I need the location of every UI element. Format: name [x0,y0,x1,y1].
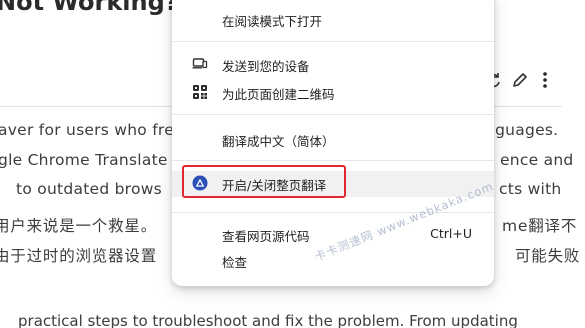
article-line-right: me翻译不 [502,217,578,235]
article-line-right: nguages. [485,121,559,139]
article-line-left: aver for users who fre [0,121,174,139]
menu-item-reading-mode[interactable]: 在阅读模式下打开 [172,7,494,33]
menu-item-label: 检查 [222,255,248,270]
menu-item-label: 翻译成中文（简体） [222,134,335,149]
menu-item-toggle-page-translate[interactable]: 开启/关闭整页翻译 [172,171,494,197]
article-line: 用户来说是一个救星。 me翻译不 [0,214,576,236]
menu-item-label: 在阅读模式下打开 [222,14,323,29]
menu-item-label: 为此页面创建二维码 [222,87,335,102]
menu-item-label: 发送到您的设备 [222,59,310,74]
context-menu: 在阅读模式下打开 发送到您的设备 为此页面创建二维码 翻译成中文（简体） 开启/… [172,0,494,286]
qr-code-icon [192,84,208,100]
article-title: Not Working? [0,0,179,16]
device-send-icon [192,56,208,72]
article-line-right: 可能失败 [515,247,581,265]
menu-item-inspect[interactable]: 检查 [172,248,494,274]
menu-divider [172,212,494,213]
menu-divider [172,114,494,115]
page: Not Working? aver for users who fre ngua… [0,0,585,328]
article-line-left: gle Chrome Translate [0,151,168,169]
menu-item-label: 查看网页源代码 [222,229,310,244]
menu-divider [172,160,494,161]
menu-item-label: 开启/关闭整页翻译 [222,178,327,193]
menu-item-translate-to-chinese[interactable]: 翻译成中文（简体） [172,127,494,153]
edit-pencil-icon[interactable] [510,70,530,90]
translate-extension-icon [192,175,208,191]
article-line-left: 由于过时的浏览器设置 [0,247,158,265]
more-vertical-icon[interactable] [535,70,555,90]
article-line: to outdated brows cts with [0,180,561,198]
article-line-left: to outdated brows [16,180,162,198]
article-line: gle Chrome Translate ence and [0,151,573,169]
article-line-right: ence and [500,151,574,169]
menu-item-view-page-source[interactable]: 查看网页源代码 Ctrl+U [172,222,494,248]
menu-divider [172,41,494,42]
menu-item-shortcut: Ctrl+U [430,226,472,241]
menu-item-send-to-devices[interactable]: 发送到您的设备 [172,52,494,78]
article-line-right: cts with [499,180,562,198]
article-line: 由于过时的浏览器设置 可能失败 [0,244,579,266]
article-line: practical steps to troubleshoot and fix … [18,312,518,328]
article-line: aver for users who fre nguages. [0,121,558,139]
article-line-left: 用户来说是一个救星。 [0,217,158,235]
menu-item-create-qr-code[interactable]: 为此页面创建二维码 [172,80,494,106]
article-line-left: practical steps to troubleshoot and fix … [18,312,518,328]
